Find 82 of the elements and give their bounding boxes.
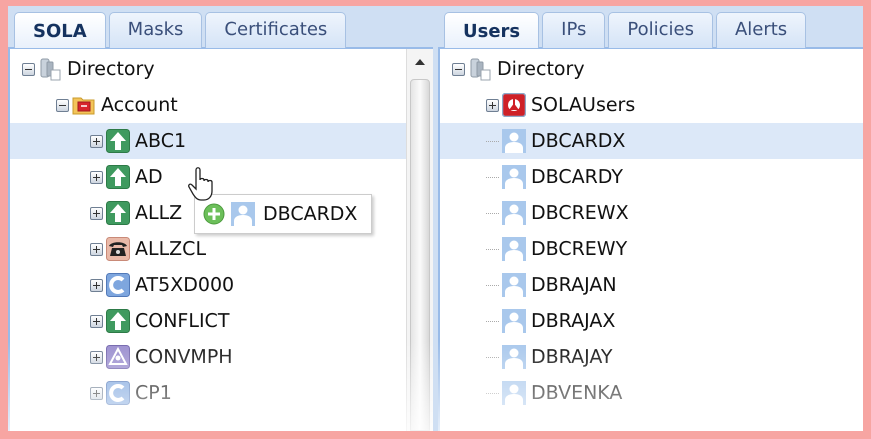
tab[interactable]: SOLA: [14, 12, 106, 48]
tree-row[interactable]: Account: [10, 87, 406, 123]
user-icon: [502, 273, 526, 297]
user-icon: [502, 165, 526, 189]
user-icon: [502, 201, 526, 225]
scrollbar-thumb[interactable]: [410, 79, 430, 431]
expand-toggle[interactable]: [486, 98, 499, 112]
tree-row[interactable]: CONFLICT: [10, 303, 406, 339]
expand-toggle[interactable]: [90, 242, 103, 256]
tree-item-label: ALLZ: [134, 201, 184, 226]
tree-row[interactable]: CP1: [10, 375, 406, 411]
expand-toggle[interactable]: [90, 314, 103, 328]
tree-row[interactable]: DBCREWY: [440, 231, 863, 267]
directory-icon: [468, 57, 492, 81]
tree-row[interactable]: AT5XD000: [10, 267, 406, 303]
tree-item-label: CONFLICT: [134, 309, 230, 334]
tree-row[interactable]: DBCARDY: [440, 159, 863, 195]
tree-row[interactable]: ALLZCL: [10, 231, 406, 267]
arrow-up-icon: [106, 309, 130, 333]
tab[interactable]: IPs: [542, 12, 606, 48]
network-icon: [106, 345, 130, 369]
c-letter-icon: [106, 273, 130, 297]
c-letter-icon: [106, 381, 130, 405]
tree-row[interactable]: DBRAJAY: [440, 339, 863, 375]
tree-item-label: DBCARDY: [530, 165, 624, 190]
tree-item-label: ALLZCL: [134, 237, 208, 262]
add-icon: [203, 203, 225, 225]
expand-toggle[interactable]: [90, 350, 103, 364]
tree-row[interactable]: DBCARDX: [440, 123, 863, 159]
tree-item-label: DBCREWY: [530, 237, 628, 262]
expand-toggle[interactable]: [90, 278, 103, 292]
tree-row[interactable]: DBCREWX: [440, 195, 863, 231]
tree-item-label: DBCARDX: [530, 129, 626, 154]
user-icon: [502, 381, 526, 405]
tree-row[interactable]: Directory: [10, 51, 406, 87]
tree-row[interactable]: CONVMPH: [10, 339, 406, 375]
tree-item-label: CP1: [134, 381, 173, 406]
user-icon: [502, 309, 526, 333]
user-icon: [231, 202, 255, 226]
tree-item-label: DBRAJAX: [530, 309, 616, 334]
tree-row[interactable]: Directory: [440, 51, 863, 87]
tree-row[interactable]: DBRAJAX: [440, 303, 863, 339]
tree-item-label: DBCREWX: [530, 201, 630, 226]
collapse-toggle[interactable]: [452, 62, 465, 76]
expand-toggle[interactable]: [90, 134, 103, 148]
tab[interactable]: Policies: [608, 12, 713, 48]
arrow-up-icon: [106, 201, 130, 225]
tooltip-label: DBCARDX: [262, 202, 358, 227]
tree-row[interactable]: SOLAUsers: [440, 87, 863, 123]
expand-toggle[interactable]: [90, 386, 103, 400]
phone-icon: [106, 237, 130, 261]
tree-row[interactable]: ABC1: [10, 123, 406, 159]
tree-item-label: DBRAJAN: [530, 273, 618, 298]
tree-row[interactable]: DBRAJAN: [440, 267, 863, 303]
collapse-toggle[interactable]: [22, 62, 35, 76]
tree-item-label: DBVENKA: [530, 381, 624, 406]
scroll-up-arrow-icon[interactable]: [415, 59, 425, 65]
directory-icon: [38, 57, 62, 81]
tree-item-label: AT5XD000: [134, 273, 236, 298]
tree-row[interactable]: AD: [10, 159, 406, 195]
expand-toggle[interactable]: [90, 170, 103, 184]
tree-item-label: SOLAUsers: [530, 93, 636, 118]
user-icon: [502, 237, 526, 261]
tree-item-label: Directory: [496, 57, 586, 82]
tree-item-label: DBRAJAY: [530, 345, 614, 370]
tree-item-label: Account: [100, 93, 179, 118]
collapse-toggle[interactable]: [56, 98, 69, 112]
user-icon: [502, 129, 526, 153]
tree-item-label: ABC1: [134, 129, 188, 154]
expand-toggle[interactable]: [90, 206, 103, 220]
tab[interactable]: Masks: [108, 12, 202, 48]
shield-icon: [502, 93, 526, 117]
tree-item-label: AD: [134, 165, 164, 190]
tree-row[interactable]: DBVENKA: [440, 375, 863, 411]
tab[interactable]: Alerts: [716, 12, 806, 48]
arrow-up-icon: [106, 165, 130, 189]
tree-item-label: CONVMPH: [134, 345, 234, 370]
tree-item-label: Directory: [66, 57, 156, 82]
user-icon: [502, 345, 526, 369]
tab[interactable]: Certificates: [205, 12, 346, 48]
arrow-up-icon: [106, 129, 130, 153]
tab[interactable]: Users: [444, 12, 540, 48]
